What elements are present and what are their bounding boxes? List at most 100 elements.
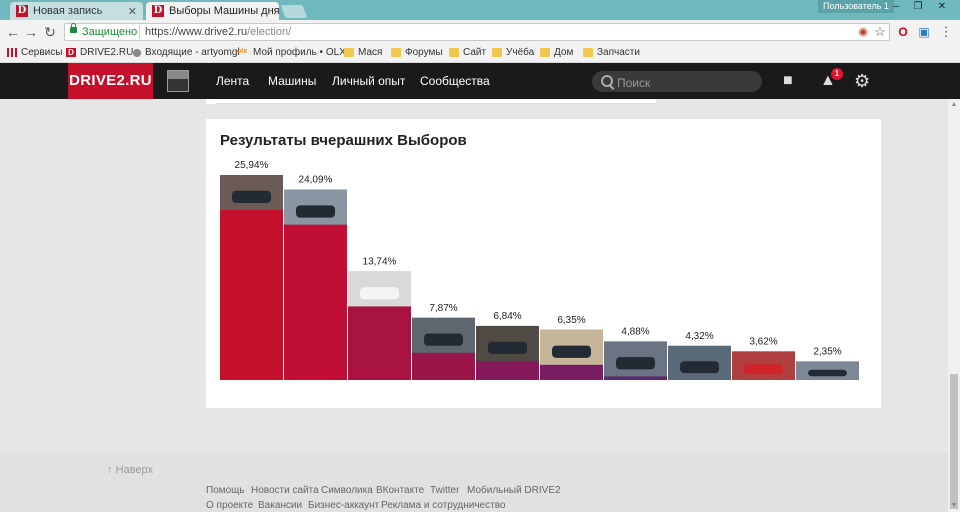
car-photo-thumbnail[interactable] [540, 329, 603, 365]
back-to-top-link[interactable]: ↑ Наверх [107, 464, 153, 476]
drive2-favicon: D [16, 5, 28, 17]
previous-card-bottom [206, 99, 656, 104]
bookmark-label: Сайт [463, 47, 487, 58]
car-photo-thumbnail[interactable] [668, 345, 731, 380]
folder-icon [540, 48, 550, 57]
bookmark-label: Учёба [506, 47, 535, 58]
footer-link-mobile[interactable]: Мобильный DRIVE2 [467, 485, 561, 496]
star-icon[interactable]: ☆ [872, 23, 888, 41]
bookmark-label: Дом [554, 47, 574, 58]
user-car-avatar[interactable] [167, 70, 189, 92]
profile-button[interactable]: Пользователь 1 [818, 0, 894, 13]
percent-label: 24,09% [299, 175, 333, 186]
car-photo-thumbnail[interactable] [796, 361, 859, 380]
folder-icon [344, 48, 354, 57]
close-tab-icon[interactable]: ✕ [122, 5, 137, 18]
tab-new-post[interactable]: D Новая запись ✕ [10, 2, 143, 20]
drive2-favicon: D [66, 48, 76, 57]
back-icon[interactable]: ← [5, 23, 21, 41]
search-placeholder: Поиск [617, 76, 651, 90]
footer-link-twitter[interactable]: Twitter [430, 485, 459, 496]
tab-title: Новая запись [33, 5, 103, 17]
percent-label: 25,94% [235, 160, 269, 171]
car-photo-thumbnail[interactable] [284, 189, 347, 225]
car-photo-thumbnail[interactable] [476, 325, 539, 361]
forward-icon[interactable]: → [23, 23, 39, 41]
percent-label: 4,32% [685, 331, 713, 342]
mail-icon [133, 48, 141, 57]
page-scrollbar-thumb[interactable] [950, 374, 958, 509]
car-photo-thumbnail[interactable] [348, 271, 411, 307]
url-path: /election/ [247, 26, 292, 38]
footer-link-business[interactable]: Бизнес-аккаунт [308, 500, 379, 511]
car-photo-thumbnail[interactable] [604, 341, 667, 377]
drive2-favicon: D [152, 5, 164, 17]
scroll-up-icon[interactable]: ▲ [949, 101, 959, 109]
gear-icon[interactable]: ⚙ [854, 72, 870, 90]
new-tab-button[interactable] [280, 5, 308, 18]
reload-icon[interactable]: ↻ [42, 23, 58, 41]
bookmark-label: Форумы [405, 47, 443, 58]
election-title: Результаты вчерашних Выборов [220, 132, 467, 149]
close-window-icon[interactable]: ✕ [931, 0, 953, 14]
bookmark-olx[interactable]: olx Мой профиль • OLX [237, 47, 346, 58]
car-photo-thumbnail[interactable] [220, 175, 283, 210]
bookmark-folder-site[interactable]: Сайт [449, 47, 486, 58]
car-photo-thumbnail[interactable] [732, 351, 795, 380]
folder-icon [492, 48, 502, 57]
bookmark-folder-forums[interactable]: Форумы [391, 47, 443, 58]
translate-icon[interactable]: ◉ [855, 23, 871, 41]
footer-link-about[interactable]: О проекте [206, 500, 253, 511]
percent-label: 7,87% [429, 303, 457, 314]
folder-icon [583, 48, 593, 57]
maximize-icon[interactable]: ❐ [907, 0, 929, 14]
footer-link-news[interactable]: Новости сайта [251, 485, 319, 496]
bookmark-inbox[interactable]: Входящие - artyomgl [133, 47, 240, 58]
messages-icon[interactable]: ■ [783, 72, 793, 90]
percent-label: 3,62% [749, 336, 777, 347]
secure-label: Защищено [82, 26, 138, 38]
url-text[interactable]: https://www.drive2.ru/election/ [145, 26, 291, 38]
footer-link-symbols[interactable]: Символика [321, 485, 373, 496]
footer-link-vk[interactable]: ВКонтакте [376, 485, 424, 496]
bookmark-label: Запчасти [597, 47, 640, 58]
percent-label: 4,88% [621, 326, 649, 337]
bookmark-label: Входящие - artyomgl [145, 47, 240, 58]
bookmark-label: DRIVE2.RU [80, 47, 134, 58]
percent-label: 6,35% [557, 315, 585, 326]
bookmark-label: Мася [358, 47, 383, 58]
bookmark-services[interactable]: Сервисы [7, 47, 62, 58]
bookmark-label: Сервисы [21, 47, 63, 58]
footer-link-help[interactable]: Помощь [206, 485, 245, 496]
bookmark-folder-parts[interactable]: Запчасти [583, 47, 640, 58]
minimize-icon[interactable]: – [885, 0, 907, 14]
nav-communities[interactable]: Сообщества [420, 63, 490, 99]
bookmark-drive2[interactable]: D DRIVE2.RU [66, 47, 133, 58]
nav-feed[interactable]: Лента [216, 63, 249, 99]
extension-icon[interactable]: ▣ [916, 23, 932, 41]
menu-icon[interactable]: ⋮ [938, 23, 954, 41]
nav-experience[interactable]: Личный опыт [332, 63, 405, 99]
car-photo-thumbnail[interactable] [412, 317, 475, 353]
footer-link-jobs[interactable]: Вакансии [258, 500, 302, 511]
to-top-label: Наверх [115, 464, 153, 476]
footer-link-ads[interactable]: Реклама и сотрудничество [381, 500, 505, 511]
folder-icon [391, 48, 401, 57]
bookmark-folder-home[interactable]: Дом [540, 47, 573, 58]
opera-extension-icon[interactable]: O [895, 23, 911, 41]
percent-label: 6,84% [493, 311, 521, 322]
site-logo[interactable]: DRIVE2.RU [68, 63, 153, 99]
search-icon [601, 75, 613, 87]
url-host: https://www.drive2.ru [145, 26, 248, 38]
olx-icon: olx [237, 48, 248, 55]
arrow-up-icon: ↑ [107, 464, 113, 476]
apps-grid-icon [7, 48, 17, 57]
bookmark-label: Мой профиль • OLX [253, 47, 346, 58]
bookmark-folder-masya[interactable]: Мася [344, 47, 382, 58]
nav-cars[interactable]: Машины [268, 63, 316, 99]
tab-title: Выборы Машины дня [169, 5, 279, 17]
tab-election[interactable]: D Выборы Машины дня ✕ [146, 2, 279, 20]
scroll-down-icon[interactable]: ▼ [949, 502, 959, 510]
bookmark-folder-study[interactable]: Учёба [492, 47, 534, 58]
browser-tab-strip [0, 0, 960, 20]
